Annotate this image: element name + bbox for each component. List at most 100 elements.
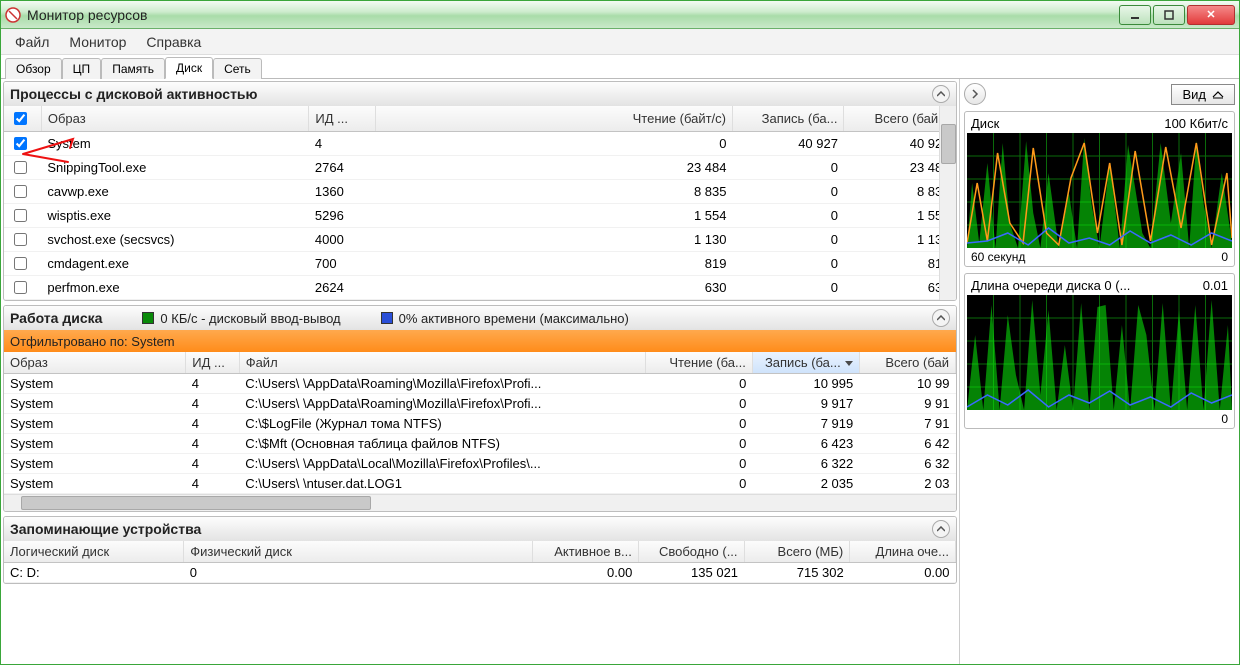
cell-write: 9 917 (752, 394, 859, 414)
stat-active: 0% активного времени (максимально) (399, 311, 629, 326)
sort-desc-icon (845, 361, 853, 366)
tab-network[interactable]: Сеть (213, 58, 262, 79)
table-row[interactable]: System 4 C:\Users\ \ntuser.dat.LOG1 0 2 … (4, 474, 956, 494)
tab-disk[interactable]: Диск (165, 57, 213, 79)
title-bar[interactable]: Монитор ресурсов ✕ (1, 1, 1239, 29)
view-button[interactable]: Вид (1171, 84, 1235, 105)
table-row[interactable]: C: D: 0 0.00 135 021 715 302 0.00 (4, 563, 956, 583)
tab-overview[interactable]: Обзор (5, 58, 62, 79)
col-image[interactable]: Образ (41, 106, 309, 132)
cell-write: 6 322 (752, 454, 859, 474)
col-file[interactable]: Файл (239, 352, 645, 374)
cell-read: 630 (376, 276, 733, 300)
expand-sidebar-button[interactable] (964, 83, 986, 105)
tab-memory[interactable]: Память (101, 58, 165, 79)
table-row[interactable]: perfmon.exe 2624 630 0 630 (4, 276, 956, 300)
row-checkbox[interactable] (14, 161, 27, 174)
table-row[interactable]: System 4 C:\Users\ \AppData\Local\Mozill… (4, 454, 956, 474)
storage-grid[interactable]: Логический диск Физический диск Активное… (4, 541, 956, 583)
cell-pid: 4 (186, 454, 239, 474)
col-free[interactable]: Свободно (... (638, 541, 744, 563)
cell-pid: 2624 (309, 276, 376, 300)
cell-total: 715 302 (744, 563, 850, 583)
col-write[interactable]: Запись (ба... (752, 352, 859, 374)
col-physical[interactable]: Физический диск (184, 541, 533, 563)
cell-file: C:\Users\ \ntuser.dat.LOG1 (239, 474, 645, 494)
table-row[interactable]: System 4 0 40 927 40 927 (4, 132, 956, 156)
col-pid[interactable]: ИД ... (186, 352, 239, 374)
table-row[interactable]: wisptis.exe 5296 1 554 0 1 554 (4, 204, 956, 228)
disk-activity-header[interactable]: Работа диска 0 КБ/с - дисковый ввод-выво… (4, 306, 956, 330)
menu-monitor[interactable]: Монитор (59, 30, 136, 54)
cell-read: 0 (645, 374, 752, 394)
minimize-button[interactable] (1119, 5, 1151, 25)
cell-image: SnippingTool.exe (41, 156, 309, 180)
cell-read: 1 130 (376, 228, 733, 252)
row-checkbox[interactable] (14, 233, 27, 246)
col-read[interactable]: Чтение (байт/с) (376, 106, 733, 132)
col-total[interactable]: Всего (МБ) (744, 541, 850, 563)
cell-image: perfmon.exe (41, 276, 309, 300)
disk-activity-grid[interactable]: Образ ИД ... Файл Чтение (ба... Запись (… (4, 352, 956, 494)
graph-title: Диск (971, 116, 999, 131)
col-check[interactable] (4, 106, 41, 132)
processes-header[interactable]: Процессы с дисковой активностью (4, 82, 956, 106)
cell-write: 6 423 (752, 434, 859, 454)
scrollbar-vertical[interactable] (939, 106, 956, 300)
table-row[interactable]: System 4 C:\$LogFile (Журнал тома NTFS) … (4, 414, 956, 434)
cell-image: svchost.exe (secsvcs) (41, 228, 309, 252)
tab-cpu[interactable]: ЦП (62, 58, 102, 79)
cell-total: 10 99 (859, 374, 955, 394)
row-checkbox[interactable] (14, 185, 27, 198)
row-checkbox[interactable] (14, 209, 27, 222)
cell-image: System (4, 414, 186, 434)
col-queue[interactable]: Длина оче... (850, 541, 956, 563)
graph-plot (967, 133, 1232, 248)
cell-pid: 4 (186, 374, 239, 394)
col-image[interactable]: Образ (4, 352, 186, 374)
graph-foot-right: 0 (1221, 412, 1228, 426)
table-row[interactable]: cmdagent.exe 700 819 0 819 (4, 252, 956, 276)
graph-scale: 0.01 (1203, 278, 1228, 293)
maximize-button[interactable] (1153, 5, 1185, 25)
cell-read: 0 (645, 474, 752, 494)
cell-read: 819 (376, 252, 733, 276)
table-row[interactable]: svchost.exe (secsvcs) 4000 1 130 0 1 130 (4, 228, 956, 252)
collapse-icon[interactable] (932, 520, 950, 538)
cell-image: System (4, 474, 186, 494)
col-read[interactable]: Чтение (ба... (645, 352, 752, 374)
cell-read: 0 (645, 394, 752, 414)
col-total[interactable]: Всего (бай (859, 352, 955, 374)
processes-grid[interactable]: Образ ИД ... Чтение (байт/с) Запись (ба.… (4, 106, 956, 300)
cell-total: 9 91 (859, 394, 955, 414)
scrollbar-horizontal[interactable] (4, 494, 956, 511)
cell-pid: 4 (186, 474, 239, 494)
close-button[interactable]: ✕ (1187, 5, 1235, 25)
col-write[interactable]: Запись (ба... (733, 106, 844, 132)
table-row[interactable]: SnippingTool.exe 2764 23 484 0 23 484 (4, 156, 956, 180)
table-row[interactable]: System 4 C:\Users\ \AppData\Roaming\Mozi… (4, 394, 956, 414)
cell-write: 7 919 (752, 414, 859, 434)
col-pid[interactable]: ИД ... (309, 106, 376, 132)
menu-help[interactable]: Справка (136, 30, 211, 54)
cell-write: 40 927 (733, 132, 844, 156)
cell-total: 7 91 (859, 414, 955, 434)
table-row[interactable]: System 4 C:\Users\ \AppData\Roaming\Mozi… (4, 374, 956, 394)
col-logical[interactable]: Логический диск (4, 541, 184, 563)
cell-read: 0 (645, 434, 752, 454)
row-checkbox[interactable] (14, 281, 27, 294)
col-active[interactable]: Активное в... (533, 541, 639, 563)
collapse-icon[interactable] (932, 85, 950, 103)
collapse-icon[interactable] (932, 309, 950, 327)
cell-write: 0 (733, 252, 844, 276)
table-row[interactable]: cavwp.exe 1360 8 835 0 8 835 (4, 180, 956, 204)
row-checkbox[interactable] (14, 137, 27, 150)
cell-logical: C: D: (4, 563, 184, 583)
menu-file[interactable]: Файл (5, 30, 59, 54)
processes-title: Процессы с дисковой активностью (10, 86, 257, 102)
table-row[interactable]: System 4 C:\$Mft (Основная таблица файло… (4, 434, 956, 454)
row-checkbox[interactable] (14, 257, 27, 270)
cell-pid: 4000 (309, 228, 376, 252)
cell-total: 6 32 (859, 454, 955, 474)
storage-header[interactable]: Запоминающие устройства (4, 517, 956, 541)
